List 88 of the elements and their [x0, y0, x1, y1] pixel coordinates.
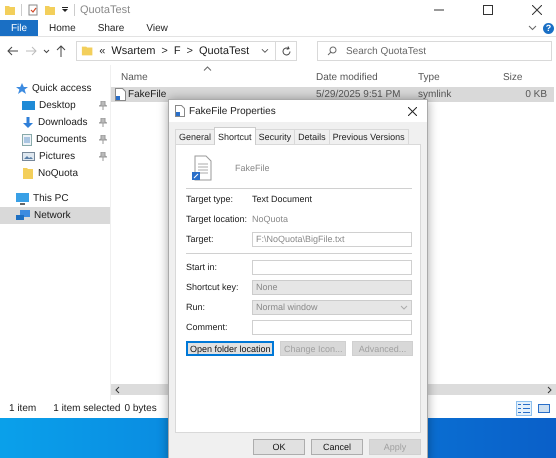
- file-size: 0 KB: [525, 89, 547, 100]
- selection-size: 0 bytes: [124, 402, 157, 414]
- star-icon: [16, 82, 28, 94]
- path-segment[interactable]: F: [174, 45, 181, 57]
- maximize-icon[interactable]: [483, 5, 493, 15]
- folder-icon: [22, 167, 34, 180]
- document-icon: [22, 134, 32, 146]
- network-icon: [16, 210, 30, 221]
- file-name: FakeFile: [128, 89, 166, 100]
- properties-icon[interactable]: [27, 4, 39, 16]
- pin-icon[interactable]: [99, 101, 107, 110]
- column-header[interactable]: Type: [408, 72, 493, 83]
- caret-icon[interactable]: [43, 48, 50, 54]
- desktop-icon: [22, 100, 35, 111]
- shortcut-name: FakeFile: [235, 163, 270, 173]
- scroll-right-icon[interactable]: [547, 386, 553, 394]
- dialog-title: FakeFile Properties: [189, 106, 276, 116]
- caret-icon[interactable]: [61, 6, 69, 14]
- shortcut-file-icon: [115, 88, 126, 101]
- file-date: 5/29/2025 9:51 PM: [316, 89, 401, 100]
- pin-icon[interactable]: [99, 118, 107, 127]
- dialog-tab[interactable]: Previous Versions: [328, 129, 409, 144]
- pin-icon[interactable]: [99, 152, 107, 161]
- selection-status: 1 item selected: [53, 402, 120, 414]
- field-label: Target location:: [186, 213, 248, 226]
- overflow-chevron[interactable]: «: [99, 45, 106, 57]
- download-icon: [22, 116, 34, 128]
- back-icon[interactable]: [7, 46, 19, 56]
- nav-item[interactable]: This PC: [0, 190, 110, 207]
- input-field[interactable]: F:\NoQuota\BigFile.txt: [252, 232, 412, 247]
- nav-item[interactable]: Quick access: [0, 80, 110, 97]
- dropdown-icon: [400, 305, 408, 310]
- window-title: QuotaTest: [80, 4, 130, 16]
- column-header[interactable]: Date modified: [306, 72, 408, 83]
- monitor-icon: [16, 192, 29, 204]
- ribbon-tab[interactable]: Home: [38, 20, 87, 36]
- file-type: symlink: [418, 89, 452, 100]
- scroll-left-icon[interactable]: [114, 386, 120, 394]
- path-segment[interactable]: Wsartem: [111, 45, 156, 57]
- dialog-tab[interactable]: Security: [254, 129, 296, 144]
- field-label: Start in:: [186, 261, 218, 274]
- close-icon[interactable]: [532, 5, 542, 15]
- address-bar[interactable]: « Wsartem > F > QuotaTest: [76, 41, 276, 61]
- ribbon-tab[interactable]: File: [0, 20, 38, 36]
- field-label: Target type:: [186, 193, 234, 206]
- details-view-button[interactable]: [516, 400, 532, 416]
- search-icon: [327, 46, 337, 56]
- search-field[interactable]: Search QuotaTest: [317, 41, 552, 61]
- input-field[interactable]: [252, 260, 412, 275]
- expand-icon[interactable]: [528, 25, 537, 31]
- nav-item[interactable]: Pictures: [0, 148, 110, 165]
- action-button[interactable]: Open folder location: [186, 341, 274, 356]
- nav-item[interactable]: Documents: [0, 131, 110, 148]
- input-field[interactable]: [252, 320, 412, 335]
- path-separator[interactable]: >: [161, 45, 168, 57]
- shortcut-file-icon: [175, 105, 185, 117]
- field-label: Comment:: [186, 321, 229, 334]
- folder-icon: [81, 45, 94, 57]
- up-icon[interactable]: [56, 45, 66, 57]
- pin-icon[interactable]: [99, 135, 107, 144]
- nav-item[interactable]: Downloads: [0, 114, 110, 131]
- refresh-icon: [280, 46, 292, 56]
- close-icon[interactable]: [408, 106, 417, 116]
- field-value: Text Document: [252, 193, 314, 206]
- field-label: Target:: [186, 233, 215, 246]
- nav-item[interactable]: Network: [0, 207, 110, 224]
- dialog-button[interactable]: Cancel: [311, 439, 363, 455]
- dialog-tab[interactable]: General: [175, 129, 216, 144]
- field-value: NoQuota: [252, 213, 290, 226]
- sort-icon: [203, 66, 212, 71]
- item-count: 1 item: [9, 402, 36, 414]
- column-header[interactable]: Name: [111, 72, 306, 83]
- shortcut-file-icon: [192, 155, 212, 181]
- nav-item[interactable]: Desktop: [0, 97, 110, 114]
- field-label: Shortcut key:: [186, 281, 240, 294]
- path-segment[interactable]: QuotaTest: [198, 45, 250, 57]
- help-icon[interactable]: ?: [543, 22, 554, 34]
- dialog-button[interactable]: OK: [253, 439, 305, 455]
- nav-item[interactable]: NoQuota: [0, 165, 110, 182]
- dialog-tab[interactable]: Shortcut: [214, 127, 256, 145]
- ribbon-tab[interactable]: Share: [86, 20, 136, 36]
- refresh-button[interactable]: [275, 41, 297, 61]
- ribbon-tab[interactable]: View: [135, 20, 179, 36]
- dropdown-icon[interactable]: [261, 48, 269, 54]
- path-separator[interactable]: >: [186, 45, 193, 57]
- pictures-icon: [22, 151, 35, 162]
- column-header[interactable]: Size: [493, 72, 551, 83]
- field-label: Run:: [186, 301, 206, 314]
